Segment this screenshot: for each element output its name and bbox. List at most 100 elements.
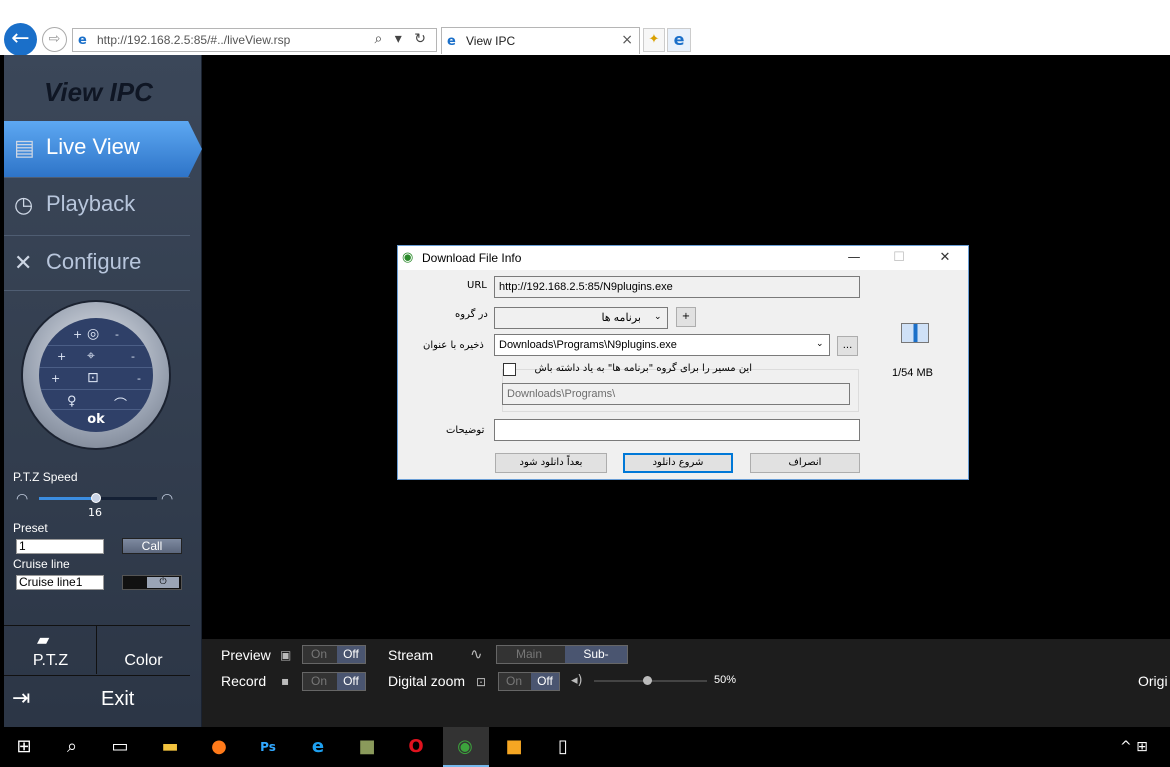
record-off[interactable]: Off [337, 673, 365, 690]
ptz-ok-button[interactable]: ok [39, 410, 153, 432]
minimize-button[interactable]: — [834, 249, 874, 267]
record-toggle[interactable]: On Off [302, 672, 366, 691]
preview-on[interactable]: On [303, 646, 335, 663]
group-chevron-down-icon[interactable]: ⌄ [654, 312, 662, 322]
cruise-toggle[interactable]: ⏻ [122, 575, 182, 590]
new-tab-icon[interactable]: ✦ [643, 28, 665, 52]
app-icon[interactable]: ■ [501, 735, 527, 759]
volume-slider[interactable] [594, 676, 707, 685]
live-control-bar: Preview ▣ On Off Stream ∿ Main Sub- Reco… [202, 639, 1170, 727]
address-bar[interactable]: e http://192.168.2.5:85/#../liveView.rsp… [72, 28, 437, 52]
description-label: توضیحات [446, 425, 485, 436]
speaker-icon[interactable]: ◂) [571, 673, 583, 688]
system-tray[interactable]: ^ ⊞ [1120, 739, 1148, 755]
stream-sub[interactable]: Sub- [565, 646, 627, 663]
tab-color[interactable]: Color [97, 626, 190, 674]
preview-off[interactable]: Off [337, 646, 365, 663]
photoshop-icon[interactable]: Ps [255, 735, 281, 759]
stream-toggle[interactable]: Main Sub- [496, 645, 628, 664]
remember-path-label[interactable]: این مسیر را برای گروه "برنامه ها" به یاد… [522, 363, 752, 374]
internet-explorer-icon[interactable]: e [305, 735, 331, 759]
ptz-control-pad: + ◎ - + ⌖ - + ⊡ - ♀ ⌒ ok [39, 318, 153, 432]
document-icon[interactable]: ▯ [550, 735, 576, 759]
description-field[interactable] [494, 419, 860, 441]
digital-zoom-on[interactable]: On [499, 673, 529, 690]
image-icon: ▣ [280, 648, 292, 662]
save-as-chevron-down-icon[interactable]: ⌄ [816, 339, 824, 349]
opera-icon[interactable]: O [403, 735, 429, 759]
idm-icon: ◉ [402, 250, 414, 265]
dialog-titlebar[interactable]: ◉ Download File Info — ☐ ✕ [398, 246, 968, 270]
file-size-value: 1/54 MB [892, 367, 933, 379]
volume-value: 50% [714, 674, 737, 686]
preview-toggle[interactable]: On Off [302, 645, 366, 664]
firefox-icon[interactable]: ● [206, 735, 232, 759]
light-button-icon[interactable]: ♀ [67, 394, 77, 409]
exit-icon: ⇥ [12, 685, 31, 710]
nav-live-view-label: Live View [46, 134, 140, 159]
iris-open-button[interactable]: + [51, 372, 60, 385]
task-view-icon[interactable]: ▭ [107, 735, 133, 759]
nav-configure-label: Configure [46, 249, 142, 274]
tab-ptz[interactable]: ▰ P.T.Z [4, 626, 97, 674]
zoom-out-button[interactable]: - [115, 328, 119, 341]
nav-playback[interactable]: ◷ Playback [4, 177, 190, 233]
group-label: در گروه [455, 309, 488, 320]
cancel-button[interactable]: انصراف [750, 453, 860, 473]
search-icon[interactable]: ⌕ [59, 735, 85, 759]
tab-title[interactable]: View IPC [466, 34, 515, 48]
preset-label: Preset [13, 521, 48, 535]
nav-live-view[interactable]: ▤ Live View [4, 121, 202, 177]
close-button[interactable]: ✕ [925, 249, 965, 267]
digital-zoom-off[interactable]: Off [531, 673, 559, 690]
digital-zoom-toggle[interactable]: On Off [498, 672, 560, 691]
start-download-button[interactable]: شروع دانلود [623, 453, 733, 473]
iris-close-button[interactable]: - [137, 372, 141, 385]
group-select[interactable]: برنامه ها [494, 307, 668, 329]
ptz-speed-slider[interactable] [39, 493, 157, 503]
file-size-icon [901, 323, 929, 343]
browse-button[interactable]: ... [837, 336, 858, 356]
sidebar: View IPC ▤ Live View ◷ Playback ✕ Config… [4, 55, 202, 727]
forward-button[interactable]: ⇨ [42, 27, 67, 52]
stream-main[interactable]: Main [497, 646, 561, 663]
tab-favicon-icon: e [447, 34, 456, 49]
volume-knob[interactable] [643, 676, 652, 685]
browser-tab[interactable]: e View IPC × [441, 27, 640, 54]
page-scrollbar[interactable] [1155, 55, 1170, 727]
original-size-button[interactable]: Origi [1138, 673, 1168, 689]
browser-toolbar: ← ⇨ e http://192.168.2.5:85/#../liveView… [0, 0, 1170, 56]
save-as-label: ذخیره با عنوان [423, 340, 484, 351]
save-as-field[interactable]: Downloads\Programs\N9plugins.exe [494, 334, 830, 356]
tab-close-icon[interactable]: × [621, 32, 633, 48]
back-button[interactable]: ← [4, 23, 37, 56]
add-group-button[interactable]: + [676, 307, 696, 327]
cruise-line-input[interactable]: Cruise line1 [16, 575, 104, 590]
maximize-button[interactable]: ☐ [879, 249, 919, 267]
url-text[interactable]: http://192.168.2.5:85/#../liveView.rsp [97, 33, 290, 47]
file-explorer-icon[interactable]: ▬ [157, 735, 183, 759]
exit-button[interactable]: ⇥ Exit [4, 675, 190, 723]
zoom-area-icon: ⊡ [476, 675, 487, 689]
record-on[interactable]: On [303, 673, 335, 690]
focus-in-button[interactable]: + [57, 350, 66, 363]
url-field[interactable]: http://192.168.2.5:85/N9plugins.exe [494, 276, 860, 298]
ptz-speed-knob[interactable] [90, 493, 101, 503]
remember-path-checkbox[interactable] [503, 363, 516, 376]
game-icon[interactable]: ■ [354, 735, 380, 759]
zoom-in-button[interactable]: + [73, 328, 82, 341]
slow-gauge-icon: ◠ [16, 491, 29, 507]
focus-out-button[interactable]: - [131, 350, 135, 363]
windows-start-icon[interactable]: ⊞ [11, 735, 37, 759]
download-later-button[interactable]: بعداً دانلود شود [495, 453, 607, 473]
internet-explorer-icon[interactable]: e [667, 28, 691, 52]
nav-configure[interactable]: ✕ Configure [4, 235, 190, 291]
sidebar-bottom-tabs: ▰ P.T.Z Color [4, 625, 190, 674]
remember-path-field: Downloads\Programs\ [502, 383, 850, 405]
call-preset-button[interactable]: Call [122, 538, 182, 554]
idm-icon[interactable]: ◉ [452, 735, 478, 759]
preset-input[interactable]: 1 [16, 539, 104, 554]
ptz-direction-ring[interactable]: + ◎ - + ⌖ - + ⊡ - ♀ ⌒ ok [23, 302, 169, 448]
app-title: View IPC [44, 77, 153, 107]
address-tools[interactable]: ⌕ ▾ ↻ [375, 31, 431, 47]
